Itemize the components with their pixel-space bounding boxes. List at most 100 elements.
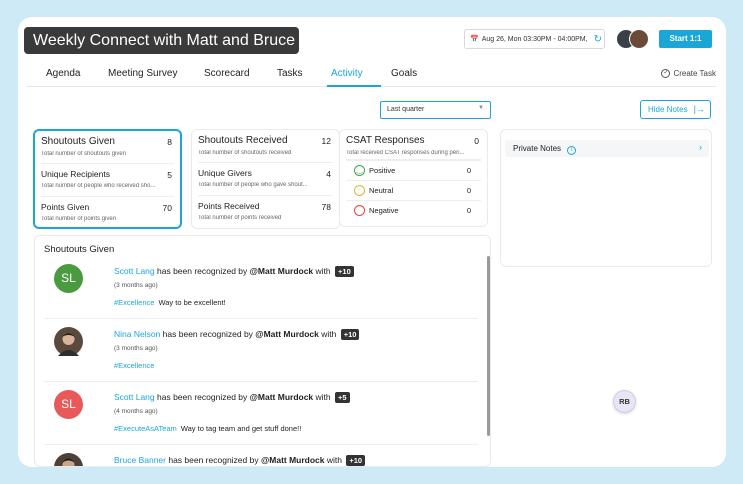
recipient-link[interactable]: Scott Lang — [114, 392, 155, 402]
metric-unique-recipients: Unique Recipients 5 Total number of peop… — [41, 164, 174, 197]
csat-value: 0 — [466, 166, 471, 175]
person-photo-icon — [58, 333, 79, 356]
private-notes-header[interactable]: Private Notes i › — [505, 140, 709, 157]
date-range[interactable]: 📅 Aug 26, Mon 03:30PM - 04:00PM, ↻ — [464, 29, 605, 49]
points-badge: +10 — [335, 266, 354, 277]
feed-item-tagline: #Excellence Way to be excellent! — [114, 298, 226, 307]
tab-agenda[interactable]: Agenda — [46, 68, 80, 79]
metric-shoutouts-given: Shoutouts Given 8 Total number of shouto… — [41, 131, 174, 164]
info-icon[interactable]: i — [567, 146, 577, 155]
date-range-text: Aug 26, Mon 03:30PM - 04:00PM, — [481, 35, 588, 43]
recipient-link[interactable]: Bruce Banner — [114, 455, 166, 465]
feed-item-line: Bruce Banner has been recognized by @Mat… — [114, 455, 366, 466]
participant-avatars — [616, 29, 650, 49]
metric-value: 78 — [321, 202, 331, 212]
csat-value: 0 — [466, 206, 471, 215]
tab-meeting-survey[interactable]: Meeting Survey — [108, 68, 177, 79]
collapse-arrow-icon: |→ — [693, 104, 705, 114]
metric-points-received: Points Received 78 Total number of point… — [198, 196, 333, 229]
feed-item-line: Scott Lang has been recognized by @Matt … — [114, 266, 354, 277]
metric-desc: Total number of points received — [198, 215, 282, 221]
csat-label: Positive — [369, 166, 396, 175]
feed-item: SL Scott Lang has been recognized by @Ma… — [44, 382, 478, 445]
metric-label: Unique Recipients — [41, 169, 110, 179]
hashtag-link[interactable]: #ExecuteAsATeam — [114, 424, 177, 433]
feed-item: Bruce Banner has been recognized by @Mat… — [44, 445, 478, 466]
metric-label: Unique Givers — [198, 168, 252, 178]
feed-text: with — [318, 329, 339, 339]
metric-shoutouts-received: Shoutouts Received 12 Total number of sh… — [198, 130, 333, 163]
check-circle-icon: ✓ — [661, 69, 671, 78]
feed-text: has been recognized by — [165, 455, 261, 465]
points-badge: +10 — [340, 329, 360, 340]
metric-desc: Total number of shoutouts given — [41, 151, 127, 157]
metric-label: Points Given — [41, 202, 90, 212]
metric-desc: Total number of people who received sho.… — [41, 183, 156, 189]
timestamp: (3 months ago) — [114, 282, 158, 289]
private-notes-title: Private Notes — [513, 144, 562, 153]
tab-tasks[interactable]: Tasks — [277, 68, 303, 79]
create-task-button[interactable]: ✓ Create Task — [661, 69, 716, 78]
start-button[interactable]: Start 1:1 — [659, 30, 712, 48]
metric-value: 12 — [321, 136, 331, 146]
csat-value: 0 — [466, 186, 471, 195]
shoutouts-feed: Shoutouts Given SL Scott Lang has been r… — [34, 235, 491, 467]
metric-csat-responses: CSAT Responses 0 Total received CSAT res… — [346, 130, 481, 160]
feed-scrollbar[interactable] — [487, 256, 490, 436]
feed-item-line: Scott Lang has been recognized by @Matt … — [114, 392, 350, 403]
points-badge: +10 — [346, 455, 366, 466]
hashtag-link[interactable]: #Excellence — [114, 361, 154, 370]
metric-value: 0 — [474, 136, 479, 146]
avatar: SL — [54, 390, 83, 419]
metric-points-given: Points Given 70 Total number of points g… — [41, 197, 174, 230]
period-select[interactable]: Last quarter ▼ — [380, 101, 491, 119]
card-shoutouts-given[interactable]: Shoutouts Given 8 Total number of shouto… — [33, 129, 182, 229]
timestamp: (3 months ago) — [114, 345, 158, 352]
feed-text: has been recognized by — [160, 329, 256, 339]
feed-item: SL Scott Lang has been recognized by @Ma… — [44, 256, 478, 319]
hashtag-link[interactable]: #Excellence — [114, 298, 154, 307]
app-window: Weekly Connect with Matt and Bruce 📅 Aug… — [18, 17, 726, 467]
feed-text: with — [313, 392, 334, 402]
metric-unique-givers: Unique Givers 4 Total number of people w… — [198, 163, 333, 196]
card-shoutouts-received[interactable]: Shoutouts Received 12 Total number of sh… — [191, 129, 340, 229]
tab-goals[interactable]: Goals — [391, 68, 417, 79]
recipient-link[interactable]: Scott Lang — [114, 266, 155, 276]
points-badge: +5 — [335, 392, 350, 403]
csat-row-neutral: - Neutral 0 — [346, 180, 481, 200]
recipient-link[interactable]: Nina Nelson — [114, 329, 160, 339]
refresh-icon[interactable]: ↻ — [594, 34, 602, 45]
giver-name: @Matt Murdock — [249, 392, 314, 402]
smile-icon: ‿ — [354, 165, 365, 176]
hide-notes-label: Hide Notes — [648, 105, 688, 114]
tab-scorecard[interactable]: Scorecard — [204, 68, 250, 79]
chevron-right-icon: › — [699, 142, 702, 152]
feed-text: with — [313, 266, 334, 276]
neutral-face-icon: - — [354, 185, 365, 196]
feed-text: with — [324, 455, 345, 465]
hide-notes-button[interactable]: Hide Notes |→ — [640, 100, 711, 119]
csat-row-negative: ⁀ Negative 0 — [346, 200, 481, 220]
active-tab-indicator — [327, 85, 381, 87]
metric-desc: Total received CSAT responses during per… — [346, 150, 465, 156]
giver-name: @Matt Murdock — [249, 266, 314, 276]
feed-item: Nina Nelson has been recognized by @Matt… — [44, 319, 478, 382]
private-notes-panel: Private Notes i › — [500, 129, 712, 267]
tab-activity[interactable]: Activity — [331, 68, 363, 79]
feed-message: Way to be excellent! — [158, 298, 226, 307]
feed-item-tagline: #Excellence — [114, 361, 158, 370]
floating-user-avatar[interactable]: RB — [613, 390, 636, 413]
metric-desc: Total number of points given — [41, 216, 117, 222]
metric-label: Shoutouts Received — [198, 135, 288, 146]
metric-value: 70 — [162, 203, 172, 213]
feed-text: has been recognized by — [154, 266, 250, 276]
card-csat[interactable]: CSAT Responses 0 Total received CSAT res… — [339, 129, 488, 227]
feed-item-tagline: #ExecuteAsATeam Way to tag team and get s… — [114, 424, 301, 433]
metric-label: CSAT Responses — [346, 135, 425, 146]
timestamp: (4 months ago) — [114, 408, 158, 415]
metric-desc: Total number of shoutouts received — [198, 150, 292, 156]
metric-value: 4 — [326, 169, 331, 179]
metric-desc: Total number of people who gave shout... — [198, 182, 308, 188]
feed-text: has been recognized by — [154, 392, 250, 402]
csat-row-positive: ‿ Positive 0 — [346, 160, 481, 180]
